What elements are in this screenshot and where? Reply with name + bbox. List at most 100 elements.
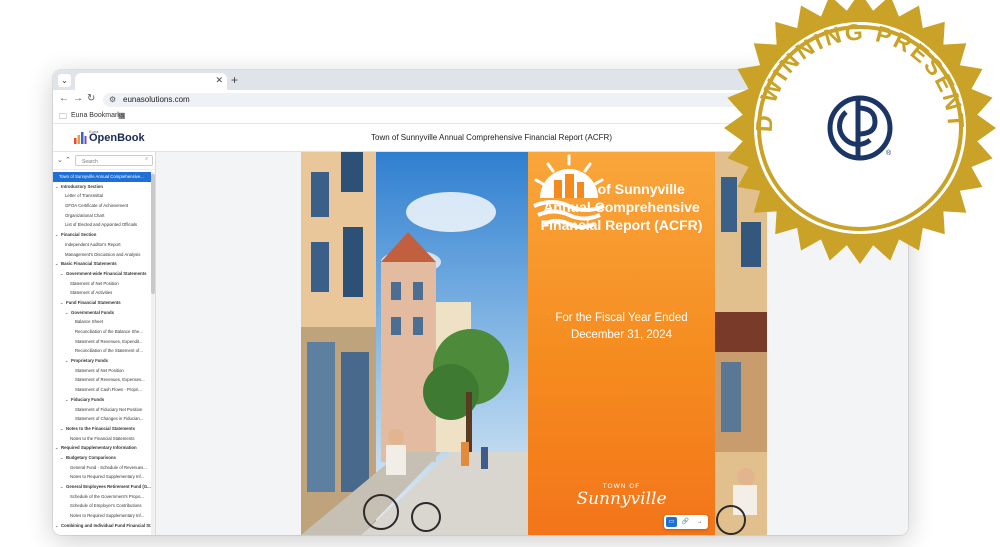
sidebar-toolbar: ⌄ ⌃ ⌕ [53,152,155,170]
document-title: Town of Sunnyville Annual Comprehensive … [371,133,612,142]
toc-item[interactable]: Organizational Chart [53,211,155,221]
page-view-button[interactable]: ▭ [666,517,677,527]
toc-item[interactable]: Town of Sunnyville Annual Comprehensive.… [53,172,152,182]
toc-item[interactable]: ⌄ Government-wide Financial Statements [53,269,155,279]
toc-item-label: Letter of Transmittal [65,193,103,199]
toc-item[interactable]: ⌄ Fiduciary Funds [53,395,155,405]
next-page-arrow-icon[interactable]: → [694,517,705,527]
toc-item-label: Reconciliation of the Balance She... [75,329,143,334]
toc-item-label: Notes to Required Supplementary Inf... [70,513,145,519]
cover-subtitle: For the Fiscal Year Ended December 31, 2… [555,312,688,341]
toc-item[interactable]: Independent Auditor's Report [53,240,155,250]
toc-item-label: GFOA Certificate of Achievement [65,203,129,209]
toc-item-label: Organizational Chart [65,212,105,218]
toc-list: Town of Sunnyville Annual Comprehensive.… [53,172,155,530]
forward-arrow-icon[interactable]: → [73,93,83,104]
toc-item-label: Schedule of Employer's Contributions [70,503,142,509]
site-info-icon[interactable]: ⚙ [109,95,116,104]
toc-item[interactable]: Statement of Activities [53,288,155,298]
toc-item[interactable]: Statement of Net Position [53,279,155,289]
toc-item-label: Notes to Required Supplementary Inf... [70,474,145,480]
toc-item-label: Reconciliation of the Statement of... [75,348,143,354]
toc-item[interactable]: Statement of Net Position [53,366,155,376]
toc-item[interactable]: Statement of Cash Flows - Propri... [53,385,155,395]
toc-item[interactable]: Notes to Required Supplementary Inf... [53,472,155,482]
sidebar-search-input[interactable] [75,155,153,166]
toc-item-label: Statement of Changes in Fiducian... [75,416,144,422]
toc-item-label: Financial Section [61,232,97,238]
toc-item[interactable]: ⌄ Combining and Individual Fund Financial… [53,521,155,531]
award-seal: AWARD WINNING PRESENTATION ® [720,0,996,264]
toc-item[interactable]: Schedule of the Government's Propo... [53,492,155,502]
sunnyville-sun-logo-icon [533,154,605,229]
sidebar-scrollbar[interactable] [151,172,155,535]
toc-item-label: Statement of Net Position [75,367,124,373]
toc-item-label: Independent Auditor's Report [65,241,121,247]
toc-item[interactable]: Schedule of Employer's Contributions [53,501,155,511]
logo-text[interactable]: OpenBook [89,132,145,144]
toc-item-label: Balance Sheet [75,319,103,325]
toc-item-label: Notes to the Financial Statements [70,435,135,441]
page-controls: ▭ 🔗 → [664,515,708,529]
back-arrow-icon[interactable]: ← [59,93,69,104]
toc-item[interactable]: ⌄ Financial Section [53,230,155,240]
toc-item-label: Combining and Individual Fund Financial … [61,522,155,528]
toc-item[interactable]: ⌄ Budgetary Comparisons [53,453,155,463]
toc-item[interactable]: ⌄ Proprietary Funds [53,356,155,366]
toc-item[interactable]: ⌄ Introductory Section [53,182,155,192]
toc-item-label: Statement of Fiduciary Net Position [75,406,143,412]
toc-sidebar: ⌄ ⌃ ⌕ Town of Sunnyville Annual Comprehe… [53,152,156,535]
toc-item-label: Schedule of the Government's Propo... [70,493,144,499]
sidebar-scroll-thumb[interactable] [151,174,155,294]
toc-item-label: Statement of Activities [70,290,113,296]
toc-item[interactable]: List of Elected and Appointed Officials [53,220,155,230]
apps-grid-icon[interactable]: ▦ [118,111,126,120]
toc-item-label: Notes to the Financial Statements [66,425,136,431]
toc-item-label: Required Supplementary Information [61,445,137,451]
toc-item-label: General Fund - Schedule of Revenues... [70,464,147,470]
cover-page: Town of Sunnyville Annual Comprehensive … [301,152,767,535]
toc-item-label: Town of Sunnyville Annual Comprehensive.… [59,174,144,179]
toc-item[interactable]: ⌄ Governmental Funds [53,308,155,318]
toc-item-label: Budgetary Comparisons [66,454,116,460]
toc-item[interactable]: Balance Sheet [53,317,155,327]
toc-item-label: List of Elected and Appointed Officials [65,222,138,228]
toc-item[interactable]: Letter of Transmittal [53,191,155,201]
collapse-all-chevron-icon[interactable]: ⌄ [57,156,63,164]
toc-item[interactable]: ⌄ General Employees Retirement Fund (G... [53,482,155,492]
toc-item-label: Statement of Cash Flows - Propri... [75,387,142,393]
toc-item-label: Statement of Net Position [70,280,119,286]
toc-item[interactable]: Statement of Revenues, Expenses... [53,375,155,385]
bookmarks-label[interactable]: Euna Bookmarks [71,112,124,119]
toc-item[interactable]: GFOA Certificate of Achievement [53,201,155,211]
screenshot-stage: ⌄ ✕ + ← → ↻ ⚙ eunasolutions.com 🗀 Euna B… [0,0,1000,547]
openbook-logo-icon [74,132,87,144]
toc-item[interactable]: ⌄ Fund Financial Statements [53,298,155,308]
link-icon[interactable]: 🔗 [680,517,691,527]
toc-item[interactable]: Statement of Fiduciary Net Position [53,405,155,415]
new-tab-plus-icon[interactable]: + [231,73,238,87]
toc-item[interactable]: Reconciliation of the Statement of... [53,346,155,356]
toc-item[interactable]: Statement of Revenues, Expendit... [53,337,155,347]
tab-search-dropdown-icon[interactable]: ⌄ [58,74,71,87]
toc-item[interactable]: ⌄ Required Supplementary Information [53,443,155,453]
toc-item[interactable]: ⌄ Notes to the Financial Statements [53,424,155,434]
toc-item[interactable]: Notes to the Financial Statements [53,434,155,444]
expand-all-chevron-icon[interactable]: ⌃ [65,156,71,164]
toc-item-label: Fiduciary Funds [71,396,105,402]
reload-icon[interactable]: ↻ [87,93,95,104]
close-icon[interactable]: ✕ [215,75,223,86]
url-text: eunasolutions.com [123,95,190,104]
cover-town-name: Sunnyville [576,489,667,509]
toc-item-label: Statement of Revenues, Expenses... [75,377,145,383]
toc-item[interactable]: Management's Discussion and Analysis [53,250,155,260]
registered-mark: ® [886,149,892,157]
bookmark-folder-icon: 🗀 [59,112,67,121]
toc-item[interactable]: Reconciliation of the Balance She... [53,327,155,337]
browser-tab[interactable]: ✕ [75,73,227,90]
toc-item[interactable]: Notes to Required Supplementary Inf... [53,511,155,521]
toc-item[interactable]: Statement of Changes in Fiducian... [53,414,155,424]
toc-item[interactable]: ⌄ Basic Financial Statements [53,259,155,269]
toc-item[interactable]: General Fund - Schedule of Revenues... [53,463,155,473]
toc-item-label: Basic Financial Statements [61,261,117,267]
